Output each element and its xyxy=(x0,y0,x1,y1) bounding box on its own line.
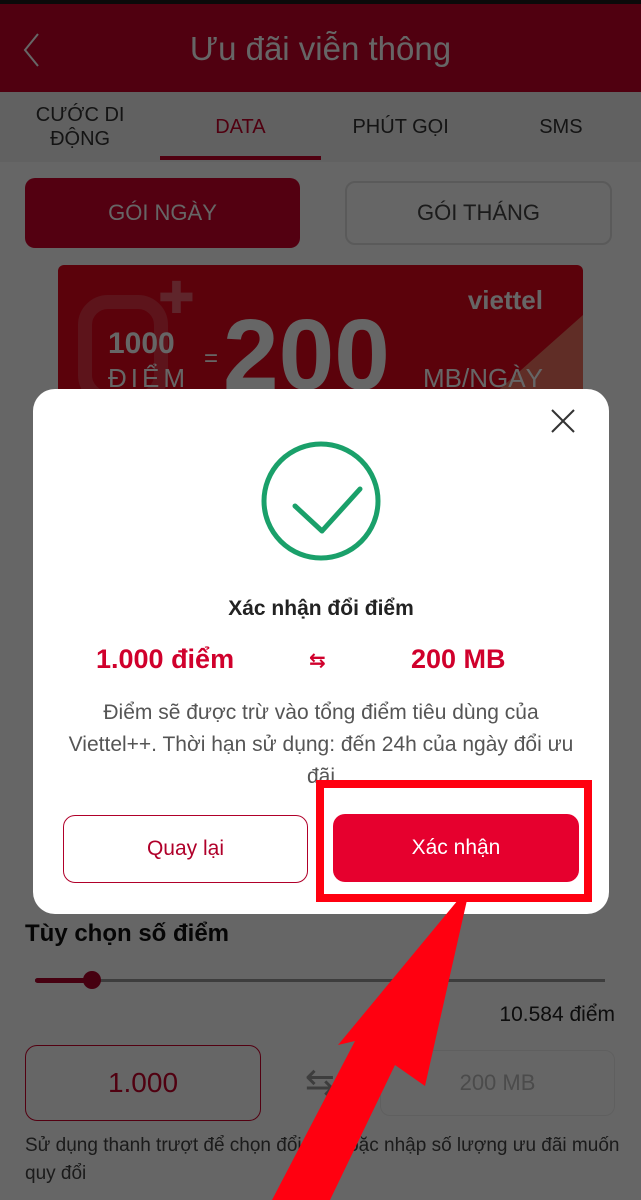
exchange-points: 1.000 điểm xyxy=(96,644,235,674)
annotation-highlight-box xyxy=(316,780,592,902)
dialog-description: Điểm sẽ được trừ vào tổng điểm tiêu dùng… xyxy=(68,701,574,787)
back-button-dialog[interactable]: Quay lại xyxy=(63,815,308,883)
exchange-summary: 1.000 điểm ⇆ 200 MB xyxy=(33,644,609,684)
dialog-title: Xác nhận đổi điểm xyxy=(228,597,414,620)
close-button[interactable] xyxy=(545,403,581,439)
close-icon xyxy=(551,409,575,433)
check-circle-icon xyxy=(261,441,381,561)
app-screen: Ưu đãi viễn thông CƯỚC DI ĐỘNG DATA PHÚT… xyxy=(0,0,641,1200)
exchange-arrows-icon: ⇆ xyxy=(309,650,326,672)
exchange-mb: 200 MB xyxy=(411,644,506,674)
